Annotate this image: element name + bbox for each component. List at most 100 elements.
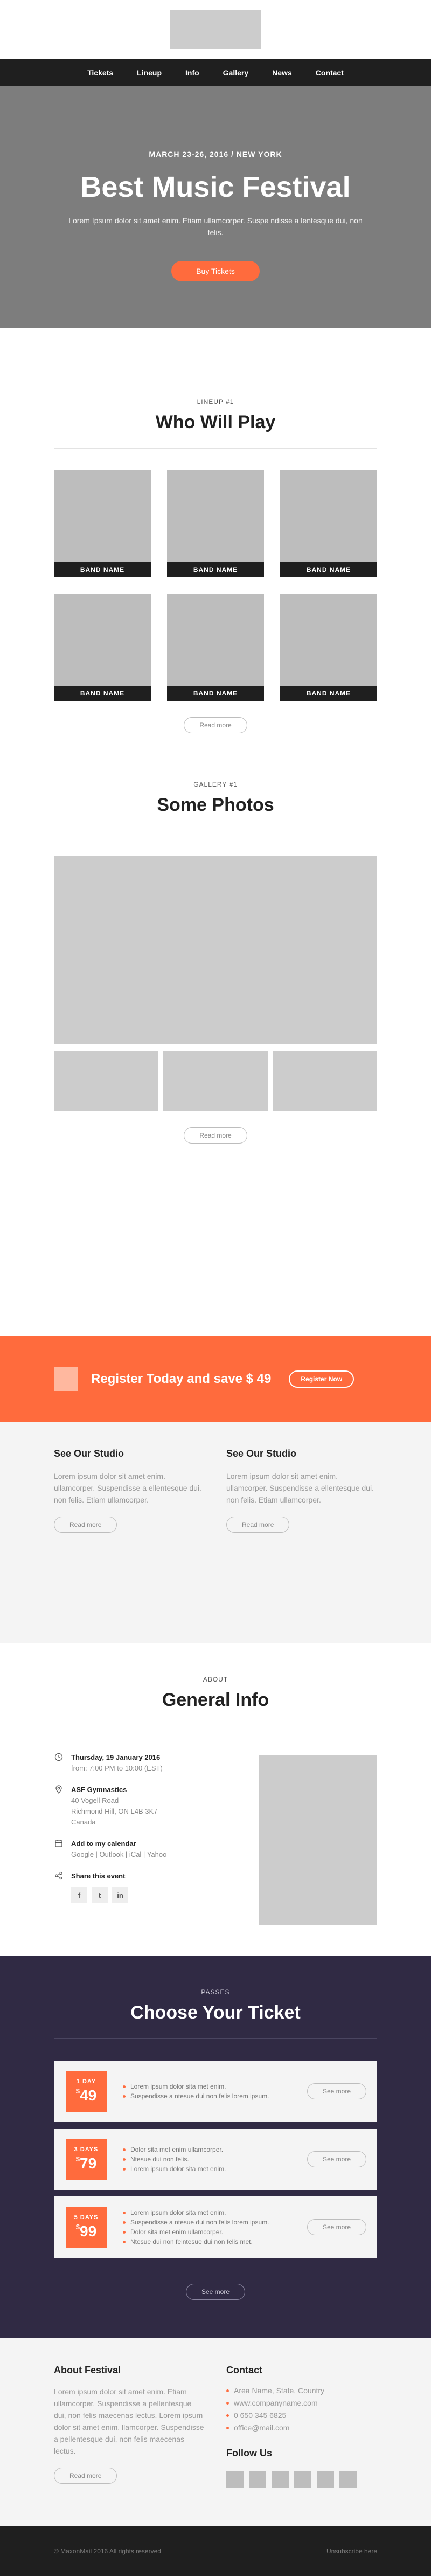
- ticket-feature: Suspendisse a ntesue dui non felis lorem…: [123, 2217, 301, 2227]
- calendar-label: Add to my calendar: [71, 1840, 136, 1848]
- calendar-icon: [54, 1838, 64, 1848]
- follow-us-title: Follow Us: [226, 2448, 272, 2458]
- venue-address-line: Richmond Hill, ON L4B 3K7: [71, 1807, 158, 1815]
- about-title: General Info: [162, 1690, 269, 1710]
- ticket-see-more-button[interactable]: See more: [307, 2219, 367, 2235]
- price-box: 3 DAYS $79: [66, 2139, 107, 2180]
- contact-website[interactable]: www.companyname.com: [226, 2397, 377, 2409]
- tickets-section: PASSES Choose Your Ticket 1 DAY $49 Lore…: [0, 1956, 431, 2338]
- social-icon[interactable]: [317, 2471, 334, 2488]
- gallery-thumbnail[interactable]: [163, 1051, 268, 1111]
- ticket-see-more-button[interactable]: See more: [307, 2083, 367, 2099]
- studio-text: Lorem ipsum dolor sit amet enim. ullamco…: [54, 1472, 201, 1504]
- ticket-features: Lorem ipsum dolor sita met enim. Suspend…: [123, 2082, 301, 2101]
- share-icon: [54, 1871, 64, 1881]
- lineup-section: LINEUP #1 Who Will Play BAND NAME BAND N…: [0, 328, 431, 748]
- gallery-thumbnails: [54, 1051, 377, 1111]
- studio-title: See Our Studio: [54, 1448, 124, 1459]
- linkedin-icon[interactable]: in: [112, 1887, 128, 1903]
- price-box: 1 DAY $49: [66, 2071, 107, 2112]
- tickets-eyebrow: PASSES: [201, 1988, 230, 1996]
- ticket-features: Dolor sita met enim ullamcorper. Ntesue …: [123, 2145, 301, 2174]
- nav-tickets[interactable]: Tickets: [87, 68, 113, 77]
- studio-read-more-button[interactable]: Read more: [54, 1517, 117, 1533]
- about-body: Thursday, 19 January 2016 from: 7:00 PM …: [54, 1752, 377, 1925]
- ticket-card: 3 DAYS $79 Dolor sita met enim ullamcorp…: [54, 2129, 377, 2190]
- contact-email[interactable]: office@mail.com: [226, 2422, 377, 2434]
- ticket-days: 5 DAYS: [74, 2214, 99, 2221]
- social-icon[interactable]: [339, 2471, 357, 2488]
- unsubscribe-link[interactable]: Unsubscribe here: [326, 2547, 377, 2555]
- gallery-thumbnail[interactable]: [54, 1051, 158, 1111]
- ticket-see-more-button[interactable]: See more: [307, 2151, 367, 2167]
- ticket-feature: Ntesue dui non felntesue dui non felis m…: [123, 2237, 301, 2247]
- about-section: ABOUT General Info Thursday, 19 January …: [0, 1643, 431, 1956]
- ticket-days: 1 DAY: [76, 2078, 96, 2085]
- share-buttons: f t in: [71, 1887, 128, 1903]
- band-card[interactable]: BAND NAME: [167, 594, 264, 701]
- nav-news[interactable]: News: [272, 68, 292, 77]
- band-name: BAND NAME: [54, 562, 151, 577]
- ticket-feature: Lorem ipsum dolor sita met enim.: [123, 2164, 301, 2174]
- footer-about: About Festival Lorem ipsum dolor sit ame…: [54, 2365, 205, 2526]
- band-card[interactable]: BAND NAME: [280, 594, 377, 701]
- ticket-price-value: 49: [80, 2087, 97, 2104]
- social-icon[interactable]: [294, 2471, 311, 2488]
- bottom-bar: © MaxonMail 2016 All rights reserved Uns…: [0, 2526, 431, 2576]
- map-pin-icon: [54, 1785, 64, 1794]
- social-icon[interactable]: [226, 2471, 244, 2488]
- share-label: Share this event: [71, 1872, 126, 1880]
- twitter-icon[interactable]: t: [92, 1887, 108, 1903]
- register-now-button[interactable]: Register Now: [289, 1370, 354, 1388]
- hero-description: Lorem Ipsum dolor sit amet enim. Etiam u…: [68, 216, 363, 237]
- facebook-icon[interactable]: f: [71, 1887, 87, 1903]
- nav-lineup[interactable]: Lineup: [137, 68, 162, 77]
- gallery-thumbnail[interactable]: [273, 1051, 377, 1111]
- hero-date: MARCH 23-26, 2016 / NEW YORK: [149, 150, 282, 159]
- venue-image: [259, 1755, 377, 1925]
- gallery-main-image[interactable]: [54, 856, 377, 1044]
- footer-read-more-button[interactable]: Read more: [54, 2468, 117, 2484]
- band-name: BAND NAME: [167, 686, 264, 701]
- band-name: BAND NAME: [167, 562, 264, 577]
- register-text: Register Today and save $ 49: [91, 1372, 272, 1386]
- lineup-read-more-button[interactable]: Read more: [184, 717, 247, 733]
- footer-contact-title: Contact: [226, 2365, 262, 2375]
- nav-gallery[interactable]: Gallery: [223, 68, 248, 77]
- tickets-see-more-button[interactable]: See more: [185, 2284, 246, 2300]
- ticket-feature: Lorem ipsum dolor sita met enim.: [123, 2082, 301, 2091]
- buy-tickets-button[interactable]: Buy Tickets: [171, 261, 260, 281]
- lineup-eyebrow: LINEUP #1: [197, 398, 234, 405]
- studio-read-more-button[interactable]: Read more: [226, 1517, 290, 1533]
- social-icon[interactable]: [272, 2471, 289, 2488]
- ticket-feature: Dolor sita met enim ullamcorper.: [123, 2227, 301, 2237]
- band-card[interactable]: BAND NAME: [167, 470, 264, 577]
- gallery-read-more-button[interactable]: Read more: [184, 1127, 247, 1144]
- band-card[interactable]: BAND NAME: [54, 594, 151, 701]
- band-card[interactable]: BAND NAME: [54, 470, 151, 577]
- contact-list: Area Name, State, Country www.companynam…: [226, 2385, 377, 2434]
- info-venue: ASF Gymnastics 40 Vogell Road Richmond H…: [54, 1785, 215, 1828]
- follow-icons: [226, 2471, 377, 2488]
- band-grid: BAND NAME BAND NAME BAND NAME BAND NAME …: [54, 470, 377, 701]
- ticket-feature: Suspendisse a ntesue dui non felis lorem…: [123, 2091, 301, 2101]
- studio-title: See Our Studio: [226, 1448, 297, 1459]
- main-nav: Tickets Lineup Info Gallery News Contact: [0, 59, 431, 86]
- ticket-feature: Ntesue dui non felis.: [123, 2154, 301, 2164]
- nav-contact[interactable]: Contact: [316, 68, 344, 77]
- calendar-links[interactable]: Google | Outlook | iCal | Yahoo: [71, 1849, 166, 1860]
- ticket-price: $99: [75, 2223, 97, 2240]
- logo-placeholder[interactable]: [170, 10, 261, 49]
- divider: [54, 448, 377, 449]
- nav-info[interactable]: Info: [185, 68, 199, 77]
- footer-contact: Contact Area Name, State, Country www.co…: [226, 2365, 377, 2526]
- band-name: BAND NAME: [54, 686, 151, 701]
- about-eyebrow: ABOUT: [203, 1676, 228, 1683]
- gallery-title: Some Photos: [157, 795, 274, 815]
- social-icon[interactable]: [249, 2471, 266, 2488]
- hero: MARCH 23-26, 2016 / NEW YORK Best Music …: [0, 86, 431, 328]
- band-card[interactable]: BAND NAME: [280, 470, 377, 577]
- contact-phone[interactable]: 0 650 345 6825: [226, 2409, 377, 2422]
- ticket-price-value: 79: [80, 2155, 97, 2172]
- ticket-days: 3 DAYS: [74, 2146, 99, 2153]
